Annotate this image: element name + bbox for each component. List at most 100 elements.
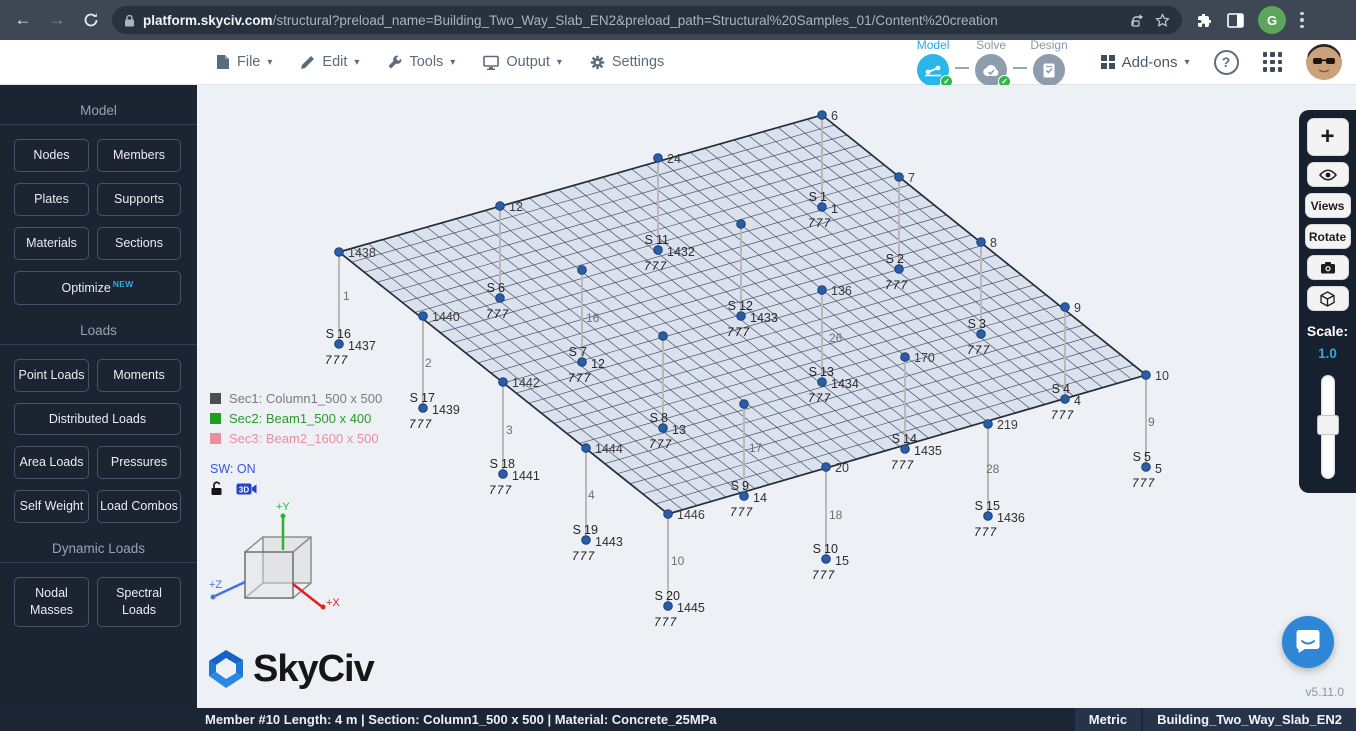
menu-settings[interactable]: Settings <box>590 54 664 70</box>
slab-node-dot[interactable] <box>1060 302 1070 312</box>
apps-grid-icon[interactable] <box>1262 52 1282 72</box>
sidebar-button-supports[interactable]: Supports <box>97 182 181 216</box>
slab-node-dot[interactable] <box>663 509 673 519</box>
menu-edit[interactable]: Edit ▾ <box>300 54 359 70</box>
support-number-label: 4 <box>1063 382 1070 396</box>
sidebar-button-nodal-masses[interactable]: Nodal Masses <box>14 577 89 627</box>
design-icon[interactable] <box>1033 54 1066 86</box>
browser-refresh-icon[interactable] <box>78 7 104 33</box>
url-text[interactable]: platform.skyciv.com/structural?preload_n… <box>143 13 1123 28</box>
slab-node-dot[interactable] <box>817 285 827 295</box>
sidebar-button-label: Pressures <box>110 455 168 470</box>
project-name[interactable]: Building_Two_Way_Slab_EN2 <box>1143 708 1356 731</box>
model-viewport[interactable]: S 1 1 6 777 S 2 7 777 S 3 8 777 S 4 4 9 777 S 5 5 10 777 S 6 12 77… <box>197 85 1356 708</box>
support-name-label: S <box>731 479 739 493</box>
menu-tools[interactable]: Tools ▾ <box>387 54 455 70</box>
add-button[interactable]: + <box>1306 118 1349 156</box>
menu-file[interactable]: File ▾ <box>216 54 272 70</box>
browser-back-icon[interactable]: ← <box>10 7 36 33</box>
workflow-step-design[interactable]: Design <box>1027 38 1071 86</box>
slab-node-dot[interactable] <box>976 237 986 247</box>
skyciv-logo: SkyCiv <box>205 645 375 693</box>
unlock-icon[interactable] <box>210 481 224 501</box>
sidebar-button-plates[interactable]: Plates <box>14 182 89 216</box>
support-name-label: S <box>813 542 821 556</box>
slab-node-dot[interactable] <box>495 201 505 211</box>
chrome-profile-avatar[interactable]: G <box>1258 6 1286 34</box>
chat-bubble-button[interactable] <box>1282 616 1334 668</box>
3d-render-icon[interactable]: 3D <box>236 482 257 501</box>
share-icon[interactable] <box>1131 13 1147 27</box>
sidebar-button-sections[interactable]: Sections <box>97 226 181 260</box>
sidebar-button-moments[interactable]: Moments <box>97 358 181 392</box>
axis-z-label: +Z <box>209 579 222 591</box>
slab-node-dot[interactable] <box>894 172 904 182</box>
visibility-button[interactable] <box>1306 162 1349 187</box>
slab-node-dot[interactable] <box>418 311 428 321</box>
screenshot-button[interactable] <box>1306 255 1349 280</box>
axis-triad: +Y +Z +X <box>209 501 340 610</box>
support-name-label: S <box>892 432 900 446</box>
sidebar-button-load-combos[interactable]: Load Combos <box>97 490 181 524</box>
slab-node-dot[interactable] <box>736 219 746 229</box>
slab-node-dot[interactable] <box>581 443 591 453</box>
solve-icon[interactable]: ✓ <box>975 54 1012 88</box>
rotate-button[interactable]: Rotate <box>1304 224 1351 249</box>
sidebar-button-self-weight[interactable]: Self Weight <box>14 490 89 524</box>
help-button[interactable]: ? <box>1213 49 1239 75</box>
member-number-label: 18 <box>829 508 843 522</box>
chrome-menu-icon[interactable] <box>1300 11 1304 29</box>
slab-node-dot[interactable] <box>983 419 993 429</box>
slab-node-dot[interactable] <box>498 377 508 387</box>
sidebar-button-materials[interactable]: Materials <box>14 226 89 260</box>
units-selector[interactable]: Metric <box>1074 708 1142 731</box>
sidebar-button-pressures[interactable]: Pressures <box>97 446 181 480</box>
workflow-step-label: Design <box>1030 38 1068 52</box>
sidebar-button-members[interactable]: Members <box>97 139 181 172</box>
sidebar-button-label: Supports <box>113 191 165 206</box>
sidebar-button-optimize[interactable]: Optimize NEW <box>14 270 181 305</box>
bookmark-star-icon[interactable] <box>1155 12 1170 28</box>
support-number-label: 3 <box>979 317 986 331</box>
node-id-label: 20 <box>835 461 849 475</box>
chevron-down-icon: ▾ <box>354 56 360 68</box>
side-panel-icon[interactable] <box>1227 12 1244 28</box>
sidebar-button-distributed-loads[interactable]: Distributed Loads <box>14 402 181 436</box>
node-id-label: 13 <box>672 423 686 437</box>
browser-forward-icon[interactable]: → <box>44 7 70 33</box>
node-id-label: 14 <box>753 491 767 505</box>
fixed-support-glyph: 777 <box>885 280 909 292</box>
support-number-label: 5 <box>1144 450 1151 464</box>
slab-node-dot[interactable] <box>900 352 910 362</box>
slab-node-dot[interactable] <box>577 265 587 275</box>
workflow-step-model[interactable]: Model ✓ <box>911 38 955 88</box>
slab-node-dot[interactable] <box>658 331 668 341</box>
slab-node-dot[interactable] <box>821 462 831 472</box>
chevron-down-icon: ▾ <box>450 56 456 68</box>
addons-menu[interactable]: Add-ons ▾ <box>1101 54 1190 71</box>
support-number-label: 1 <box>820 190 827 204</box>
section-legend: Sec1: Column1_500 x 500 Sec2: Beam1_500 x… <box>210 388 382 448</box>
address-bar[interactable]: platform.skyciv.com/structural?preload_n… <box>112 6 1182 34</box>
slab-node-dot[interactable] <box>653 153 663 163</box>
views-button[interactable]: Views <box>1304 193 1351 218</box>
slab-node-dot[interactable] <box>817 110 827 120</box>
render-mode-button[interactable] <box>1306 286 1349 311</box>
scale-slider[interactable] <box>1316 375 1339 479</box>
workflow-step-solve[interactable]: Solve ✓ <box>969 38 1013 88</box>
sidebar-button-point-loads[interactable]: Point Loads <box>14 358 89 392</box>
slab-node-dot[interactable] <box>1141 370 1151 380</box>
slab-node-dot[interactable] <box>334 247 344 257</box>
sidebar-button-nodes[interactable]: Nodes <box>14 139 89 172</box>
slab-node-dot[interactable] <box>739 399 749 409</box>
sidebar-button-spectral-loads[interactable]: Spectral Loads <box>97 577 181 627</box>
extensions-puzzle-icon[interactable] <box>1196 12 1213 29</box>
user-avatar[interactable] <box>1306 44 1342 80</box>
view-toolbar: + Views Rotate Scale: 1.0 <box>1299 110 1356 493</box>
menu-output[interactable]: Output ▾ <box>483 54 562 70</box>
sidebar-button-area-loads[interactable]: Area Loads <box>14 446 89 480</box>
member-number-label: 26 <box>829 331 843 345</box>
support-name-label: S <box>809 365 817 379</box>
model-icon[interactable]: ✓ <box>917 54 954 88</box>
scale-slider-handle[interactable] <box>1316 415 1339 435</box>
